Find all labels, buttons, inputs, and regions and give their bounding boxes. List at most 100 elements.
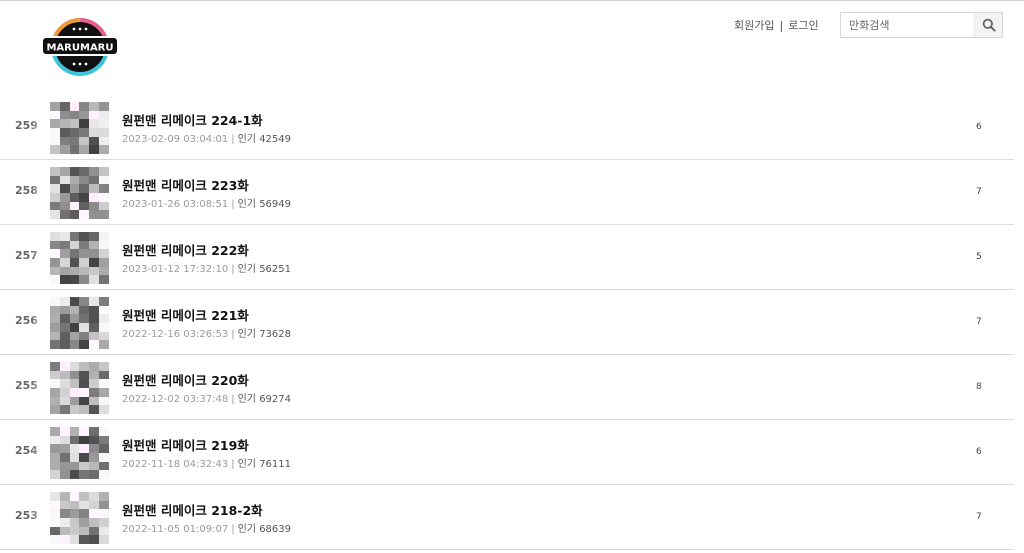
mosaic-cell bbox=[79, 266, 90, 276]
popularity-value: 76111 bbox=[259, 459, 291, 470]
mosaic-cell bbox=[89, 305, 100, 315]
mosaic-cell bbox=[79, 297, 90, 306]
episode-date: 2023-01-26 03:08:51 bbox=[122, 199, 229, 210]
mosaic-cell bbox=[89, 444, 100, 453]
mosaic-cell bbox=[69, 362, 80, 371]
episode-title[interactable]: 원펀맨 리메이크 223화 bbox=[122, 175, 249, 194]
mosaic-cell bbox=[89, 184, 100, 193]
mosaic-cell bbox=[50, 175, 60, 185]
search-button[interactable] bbox=[974, 13, 1002, 37]
mosaic-cell bbox=[59, 518, 70, 527]
mosaic-cell bbox=[99, 331, 109, 341]
mosaic-cell bbox=[69, 297, 80, 306]
mosaic-cell bbox=[89, 145, 100, 154]
mosaic-cell bbox=[79, 405, 90, 414]
mosaic-cell bbox=[59, 275, 70, 284]
mosaic-cell bbox=[50, 305, 60, 315]
episode-count: 6 bbox=[976, 447, 982, 457]
episode-row[interactable]: 257 원펀맨 리메이크 222화 2023-01-12 17:32:10 | 인기 5… bbox=[0, 225, 1014, 290]
mosaic-cell bbox=[89, 167, 100, 176]
episode-thumbnail[interactable] bbox=[50, 427, 109, 479]
mosaic-cell bbox=[79, 110, 90, 120]
episode-title[interactable]: 원펀맨 리메이크 221화 bbox=[122, 305, 249, 324]
mosaic-cell bbox=[69, 167, 80, 176]
mosaic-cell bbox=[79, 518, 90, 527]
mosaic-cell bbox=[59, 145, 70, 154]
mosaic-cell bbox=[50, 128, 60, 137]
episode-thumbnail[interactable] bbox=[50, 362, 109, 414]
login-link[interactable]: 로그인 bbox=[788, 17, 818, 33]
episode-thumbnail[interactable] bbox=[50, 232, 109, 284]
mosaic-cell bbox=[59, 405, 70, 414]
mosaic-cell bbox=[89, 297, 100, 306]
episode-title[interactable]: 원펀맨 리메이크 224-1화 bbox=[122, 110, 263, 129]
episode-row[interactable]: 253 원펀맨 리메이크 218-2화 2022-11-05 01:09:07 | 인기… bbox=[0, 485, 1014, 550]
mosaic-cell bbox=[89, 435, 100, 445]
mosaic-cell bbox=[69, 175, 80, 185]
episode-title[interactable]: 원펀맨 리메이크 222화 bbox=[122, 240, 249, 259]
mosaic-cell bbox=[79, 314, 90, 323]
episode-count: 8 bbox=[976, 382, 982, 392]
mosaic-cell bbox=[89, 340, 100, 349]
signup-link[interactable]: 회원가입 bbox=[734, 17, 774, 33]
mosaic-cell bbox=[89, 362, 100, 371]
mosaic-cell bbox=[89, 275, 100, 284]
mosaic-cell bbox=[69, 232, 80, 241]
meta-separator: | bbox=[231, 329, 235, 340]
mosaic-cell bbox=[50, 444, 60, 453]
mosaic-cell bbox=[69, 119, 80, 128]
mosaic-cell bbox=[59, 128, 70, 137]
mosaic-cell bbox=[79, 362, 90, 371]
episode-row[interactable]: 256 원펀맨 리메이크 221화 2022-12-16 03:26:53 | 인기 7… bbox=[0, 290, 1014, 355]
mosaic-cell bbox=[89, 193, 100, 202]
mosaic-cell bbox=[99, 249, 109, 258]
episode-date: 2022-11-05 01:09:07 bbox=[122, 524, 229, 535]
mosaic-cell bbox=[50, 492, 60, 501]
mosaic-cell bbox=[89, 240, 100, 250]
popularity-value: 56251 bbox=[259, 264, 291, 275]
mosaic-cell bbox=[59, 340, 70, 349]
mosaic-cell bbox=[50, 500, 60, 510]
mosaic-cell bbox=[99, 492, 109, 501]
mosaic-cell bbox=[89, 427, 100, 436]
marumaru-logo[interactable]: MARUMARU bbox=[41, 17, 119, 77]
mosaic-cell bbox=[79, 526, 90, 536]
mosaic-cell bbox=[79, 509, 90, 518]
episode-thumbnail[interactable] bbox=[50, 167, 109, 219]
mosaic-cell bbox=[69, 370, 80, 380]
mosaic-cell bbox=[99, 184, 109, 193]
popularity-label: 인기 bbox=[237, 264, 256, 275]
mosaic-cell bbox=[99, 405, 109, 414]
episode-thumbnail[interactable] bbox=[50, 102, 109, 154]
episode-row[interactable]: 255 원펀맨 리메이크 220화 2022-12-02 03:37:48 | 인기 6… bbox=[0, 355, 1014, 420]
mosaic-cell bbox=[79, 370, 90, 380]
mosaic-cell bbox=[69, 128, 80, 137]
mosaic-cell bbox=[59, 305, 70, 315]
mosaic-cell bbox=[50, 297, 60, 306]
mosaic-cell bbox=[99, 175, 109, 185]
mosaic-cell bbox=[50, 258, 60, 267]
episode-row[interactable]: 259 원펀맨 리메이크 224-1화 2023-02-09 03:04:01 | 인기… bbox=[0, 95, 1014, 160]
episode-row[interactable]: 254 원펀맨 리메이크 219화 2022-11-18 04:32:43 | 인기 7… bbox=[0, 420, 1014, 485]
mosaic-cell bbox=[69, 518, 80, 527]
episode-meta: 2022-11-05 01:09:07 | 인기 68639 bbox=[122, 520, 291, 535]
mosaic-cell bbox=[79, 340, 90, 349]
episode-row[interactable]: 258 원펀맨 리메이크 223화 2023-01-26 03:08:51 | 인기 5… bbox=[0, 160, 1014, 225]
mosaic-cell bbox=[89, 331, 100, 341]
mosaic-cell bbox=[59, 427, 70, 436]
episode-title[interactable]: 원펀맨 리메이크 220화 bbox=[122, 370, 249, 389]
popularity-value: 56949 bbox=[259, 199, 291, 210]
mosaic-cell bbox=[59, 444, 70, 453]
mosaic-cell bbox=[69, 305, 80, 315]
mosaic-cell bbox=[99, 232, 109, 241]
episode-thumbnail[interactable] bbox=[50, 297, 109, 349]
popularity-value: 69274 bbox=[259, 394, 291, 405]
popularity-value: 73628 bbox=[259, 329, 291, 340]
mosaic-cell bbox=[69, 435, 80, 445]
episode-title[interactable]: 원펀맨 리메이크 218-2화 bbox=[122, 500, 263, 519]
episode-title[interactable]: 원펀맨 리메이크 219화 bbox=[122, 435, 249, 454]
search-input[interactable] bbox=[841, 13, 974, 37]
mosaic-cell bbox=[59, 314, 70, 323]
mosaic-cell bbox=[69, 405, 80, 414]
episode-thumbnail[interactable] bbox=[50, 492, 109, 544]
